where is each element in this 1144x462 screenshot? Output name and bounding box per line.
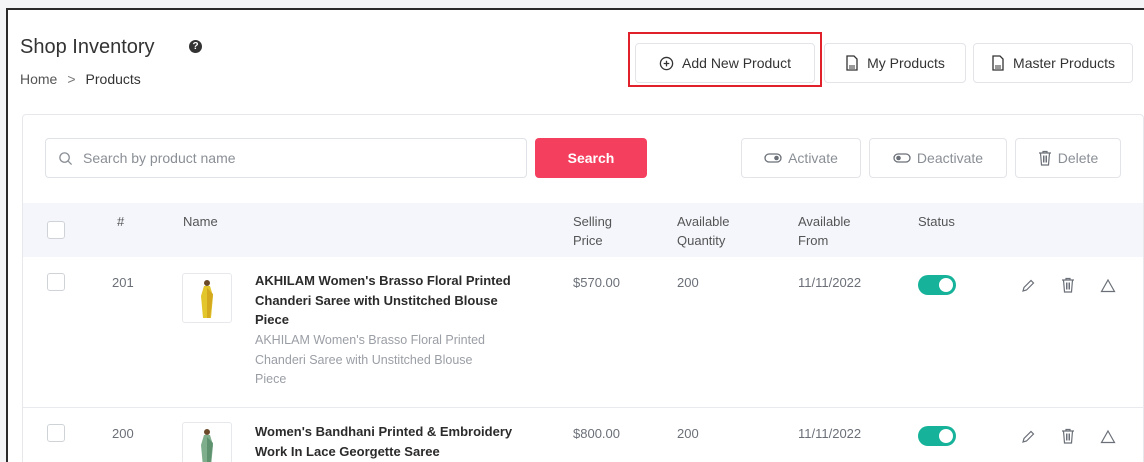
product-name-line: Work In Lace Georgette Saree: [255, 443, 440, 459]
toggle-off-icon: [893, 153, 911, 163]
search-button[interactable]: Search: [535, 138, 647, 178]
column-header-available-quantity-line1: Available: [677, 214, 730, 229]
row-checkbox[interactable]: [47, 424, 65, 442]
column-header-selling-price-line2: Price: [573, 233, 603, 248]
deactivate-button[interactable]: Deactivate: [869, 138, 1007, 178]
toggle-knob: [939, 429, 953, 443]
my-products-button[interactable]: My Products: [824, 43, 966, 83]
product-thumbnail[interactable]: [182, 422, 232, 462]
activate-button[interactable]: Activate: [741, 138, 861, 178]
column-header-name[interactable]: Name: [183, 212, 218, 231]
breadcrumb-separator: >: [67, 71, 76, 87]
edit-icon[interactable]: [1020, 278, 1036, 294]
product-description: AKHILAM Women's Brasso Floral Printed Ch…: [255, 331, 525, 390]
row-quantity: 200: [677, 426, 699, 441]
activate-label: Activate: [788, 150, 838, 166]
my-products-label: My Products: [867, 55, 945, 71]
products-panel: Search by product name Search Activate D…: [22, 114, 1144, 462]
column-header-available-from-line2: From: [798, 233, 829, 248]
toggle-knob: [939, 278, 953, 292]
breadcrumb: Home > Products: [20, 71, 141, 87]
app-frame: Shop Inventory ? Home > Products Add New P…: [6, 8, 1144, 462]
search-placeholder: Search by product name: [83, 150, 236, 166]
product-name[interactable]: AKHILAM Women's Brasso Floral Printed Ch…: [255, 271, 525, 330]
warning-icon[interactable]: [1100, 278, 1116, 293]
add-new-product-label: Add New Product: [682, 55, 791, 71]
product-thumbnail[interactable]: [182, 273, 232, 323]
document-icon: [846, 55, 858, 71]
column-header-index: #: [117, 214, 125, 229]
add-new-product-button[interactable]: Add New Product: [635, 43, 815, 83]
product-name-line: Chanderi Saree with Unstitched Blouse: [255, 292, 498, 308]
trash-icon[interactable]: [1061, 428, 1075, 444]
column-header-available-quantity[interactable]: Available Quantity: [677, 212, 730, 250]
column-header-status[interactable]: Status: [918, 212, 955, 231]
product-description-line: AKHILAM Women's Brasso Floral Printed: [255, 333, 486, 347]
select-all-checkbox[interactable]: [47, 221, 65, 239]
breadcrumb-current: Products: [85, 71, 141, 87]
toggle-on-icon: [764, 153, 782, 163]
trash-icon: [1038, 150, 1051, 166]
column-header-available-from[interactable]: Available From: [798, 212, 851, 250]
document-icon: [992, 55, 1004, 71]
master-products-button[interactable]: Master Products: [973, 43, 1133, 83]
column-header-available-quantity-line2: Quantity: [677, 233, 726, 248]
saree-image-icon: [201, 280, 213, 318]
row-index: 200: [112, 426, 134, 441]
product-name-line: Piece: [255, 312, 289, 327]
column-header-available-from-line1: Available: [798, 214, 851, 229]
breadcrumb-home[interactable]: Home: [20, 71, 57, 87]
row-price: $800.00: [573, 426, 620, 441]
row-price: $570.00: [573, 275, 620, 290]
row-quantity: 200: [677, 275, 699, 290]
help-icon[interactable]: ?: [189, 40, 202, 53]
product-description-line: Piece: [255, 372, 287, 386]
status-toggle[interactable]: [918, 275, 956, 295]
page-title: Shop Inventory: [20, 36, 155, 58]
row-index: 201: [112, 275, 134, 290]
trash-icon[interactable]: [1061, 277, 1075, 293]
table-row: 200 Women's Bandhani Printed & Embroider…: [23, 408, 1143, 462]
table-header: # Name Selling Price Available Quantity …: [23, 203, 1143, 257]
row-available-from: 11/11/2022: [798, 275, 862, 290]
delete-label: Delete: [1057, 150, 1099, 166]
row-checkbox[interactable]: [47, 273, 65, 291]
plus-circle-icon: [659, 56, 674, 70]
status-toggle[interactable]: [918, 426, 956, 446]
column-header-selling-price-line1: Selling: [573, 214, 613, 229]
master-products-label: Master Products: [1013, 55, 1115, 71]
edit-icon[interactable]: [1020, 429, 1036, 445]
delete-button[interactable]: Delete: [1015, 138, 1121, 178]
product-name-line: AKHILAM Women's Brasso Floral Printed: [255, 273, 511, 288]
row-available-from: 11/11/2022: [798, 426, 862, 441]
column-header-selling-price[interactable]: Selling Price: [573, 212, 612, 250]
search-input[interactable]: Search by product name: [45, 138, 527, 178]
saree-image-icon: [201, 429, 213, 462]
product-name[interactable]: Women's Bandhani Printed & Embroidery Wo…: [255, 422, 525, 461]
deactivate-label: Deactivate: [916, 150, 984, 166]
warning-icon[interactable]: [1100, 429, 1116, 444]
search-icon: [59, 151, 73, 165]
product-description-line: Chanderi Saree with Unstitched Blouse: [255, 352, 473, 367]
product-name-line: Women's Bandhani Printed & Embroidery: [255, 424, 513, 439]
table-row: 201 AKHILAM Women's Brasso Floral Printe…: [23, 257, 1143, 407]
